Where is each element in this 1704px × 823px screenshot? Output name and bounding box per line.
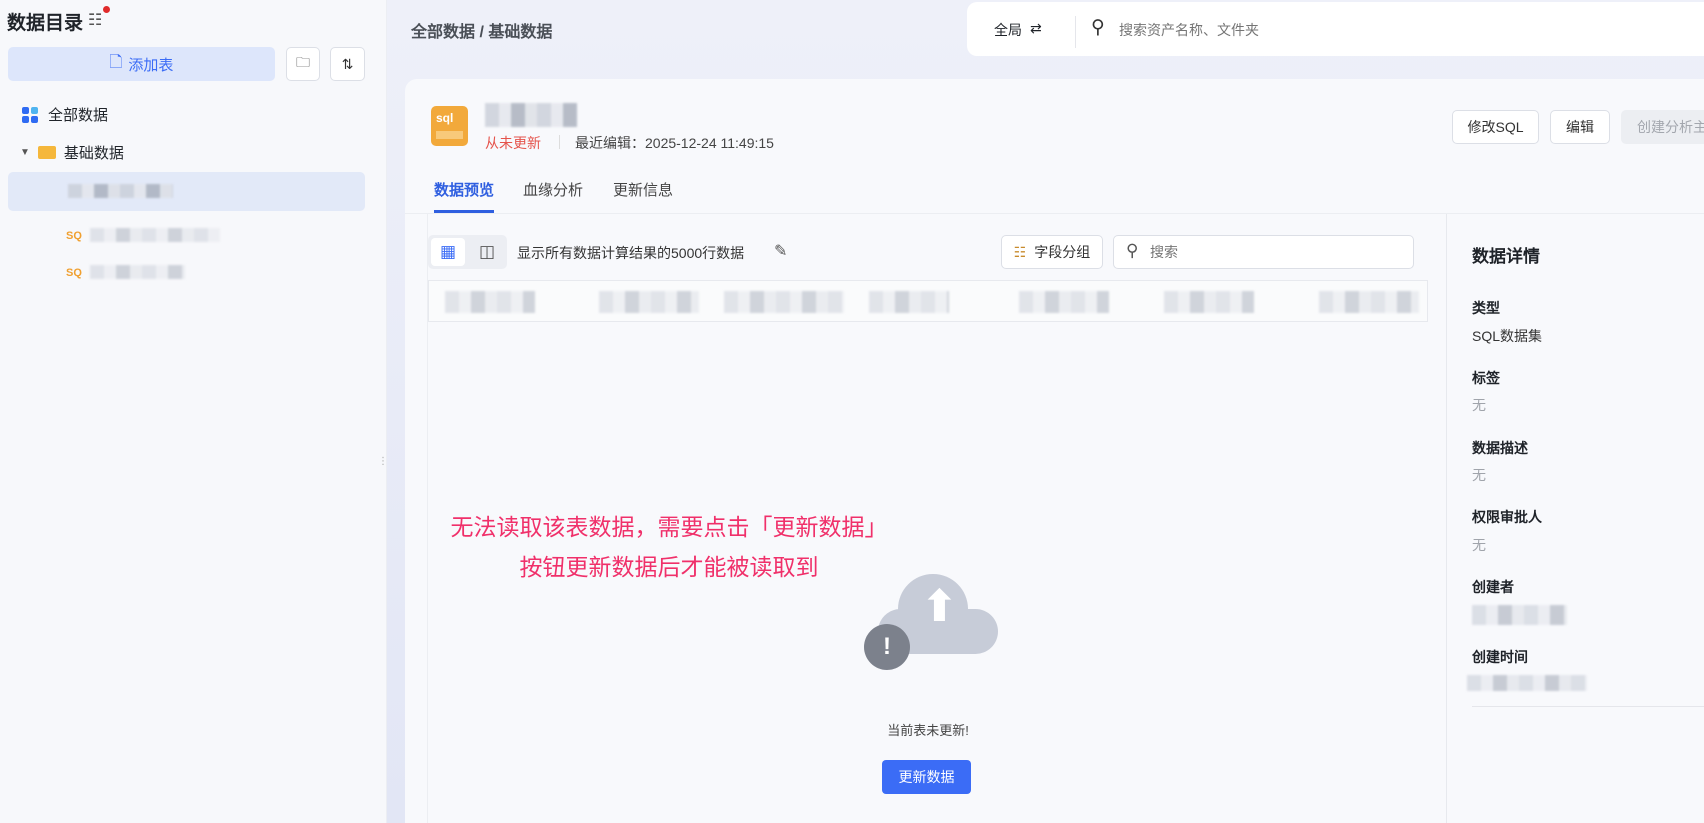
table-header	[428, 280, 1428, 322]
edit-sql-button[interactable]: 修改SQL	[1452, 110, 1539, 144]
breadcrumb: 全部数据 / 基础数据	[411, 24, 553, 41]
created-time-blurred	[1467, 675, 1587, 691]
detail-label-description: 数据描述	[1472, 440, 1528, 456]
dataset-name-blurred	[485, 103, 577, 127]
edit-button[interactable]: 编辑	[1550, 110, 1610, 144]
last-edit-time: 最近编辑：2025-12-24 11:49:15	[575, 135, 774, 151]
sql-icon: SQ	[66, 267, 82, 279]
dataset-card: sql 从未更新 最近编辑：2025-12-24 11:49:15 修改SQL …	[405, 79, 1704, 823]
row-info: 显示所有数据计算结果的5000行数据	[517, 245, 745, 261]
detail-value-type: SQL数据集	[1472, 328, 1543, 344]
tree-item-dataset[interactable]: SQ	[66, 226, 226, 244]
field-search: ⚲	[1113, 235, 1414, 269]
update-data-button[interactable]: 更新数据	[882, 760, 971, 794]
filter-settings-icon[interactable]: ☷	[88, 6, 110, 30]
sql-file-icon: sql	[431, 106, 468, 146]
caret-down-icon: ▼	[20, 147, 30, 158]
tab-lineage[interactable]: 血缘分析	[523, 179, 583, 200]
new-folder-button[interactable]: 🗀	[286, 47, 320, 81]
search-icon: ⚲	[1091, 17, 1105, 38]
tab-update-info[interactable]: 更新信息	[613, 179, 673, 200]
add-table-button[interactable]: 🗋 添加表	[8, 47, 275, 81]
detail-value-approver: 无	[1472, 537, 1486, 553]
edit-pencil-icon[interactable]: ✎	[774, 241, 787, 261]
detail-panel: 数据详情 类型 SQL数据集 标签 无 数据描述 无 权限审批人 无 创建者 创…	[1447, 214, 1704, 823]
arrow-up-icon: ⬆	[921, 582, 958, 631]
tree-item-dataset[interactable]: SQ	[66, 263, 196, 281]
tab-data-preview[interactable]: 数据预览	[434, 179, 494, 200]
cloud-upload-icon: ⬆ !	[864, 554, 1008, 670]
creator-blurred	[1472, 605, 1567, 625]
create-analysis-button[interactable]: 创建分析主题	[1621, 110, 1704, 144]
warning-icon: !	[864, 624, 910, 670]
layout-view-icon[interactable]: ◫	[470, 238, 504, 266]
folder-icon	[37, 146, 56, 159]
detail-label-approver: 权限审批人	[1472, 509, 1542, 525]
update-status: 从未更新	[485, 135, 541, 151]
folder-plus-icon: 🗀	[296, 54, 310, 70]
detail-label-tags: 标签	[1472, 370, 1500, 386]
scope-switch[interactable]: 全局 ⇄	[994, 20, 1042, 40]
field-group-button[interactable]: ☷ 字段分组	[1001, 235, 1103, 269]
detail-value-description: 无	[1472, 467, 1486, 483]
view-toggle: ▦ ◫	[428, 235, 507, 269]
empty-state-text: 当前表未更新!	[887, 723, 969, 738]
field-group-icon: ☷	[1013, 243, 1027, 260]
sidebar-title: 数据目录	[7, 13, 84, 34]
field-search-input[interactable]	[1150, 242, 1400, 262]
search-icon: ⚲	[1126, 241, 1139, 260]
swap-icon: ⇄	[1030, 20, 1042, 36]
sort-icon: ⇅	[341, 55, 354, 72]
global-search-bar: 全局 ⇄ ⚲	[967, 2, 1704, 56]
add-file-icon: 🗋	[109, 53, 123, 71]
global-search-input[interactable]	[1119, 17, 1619, 43]
sort-button[interactable]: ⇅	[330, 47, 365, 81]
tree-item-folder[interactable]: ▼ 基础数据	[20, 142, 124, 163]
detail-title: 数据详情	[1472, 247, 1540, 266]
detail-label-created-time: 创建时间	[1472, 649, 1528, 665]
sql-icon: SQ	[66, 230, 82, 242]
sidebar: 数据目录 ☷ 🗋 添加表 🗀 ⇅ 全部数据 ▼ 基础数据 SQ SQ ⋮	[0, 0, 388, 823]
grid-icon	[22, 106, 38, 123]
detail-value-tags: 无	[1472, 397, 1486, 413]
tree-item-selected[interactable]	[8, 172, 365, 211]
grid-view-icon[interactable]: ▦	[431, 238, 465, 266]
annotation-text: 无法读取该表数据，需要点击「更新数据」按钮更新数据后才能被读取到	[450, 514, 888, 580]
detail-label-creator: 创建者	[1472, 579, 1514, 595]
preview-panel: ▦ ◫ 显示所有数据计算结果的5000行数据 ✎ ☷字段分组 ⚲ 无法读取该表数…	[427, 214, 1447, 823]
tree-item-all-data[interactable]: 全部数据	[22, 104, 108, 125]
detail-label-type: 类型	[1472, 300, 1500, 316]
